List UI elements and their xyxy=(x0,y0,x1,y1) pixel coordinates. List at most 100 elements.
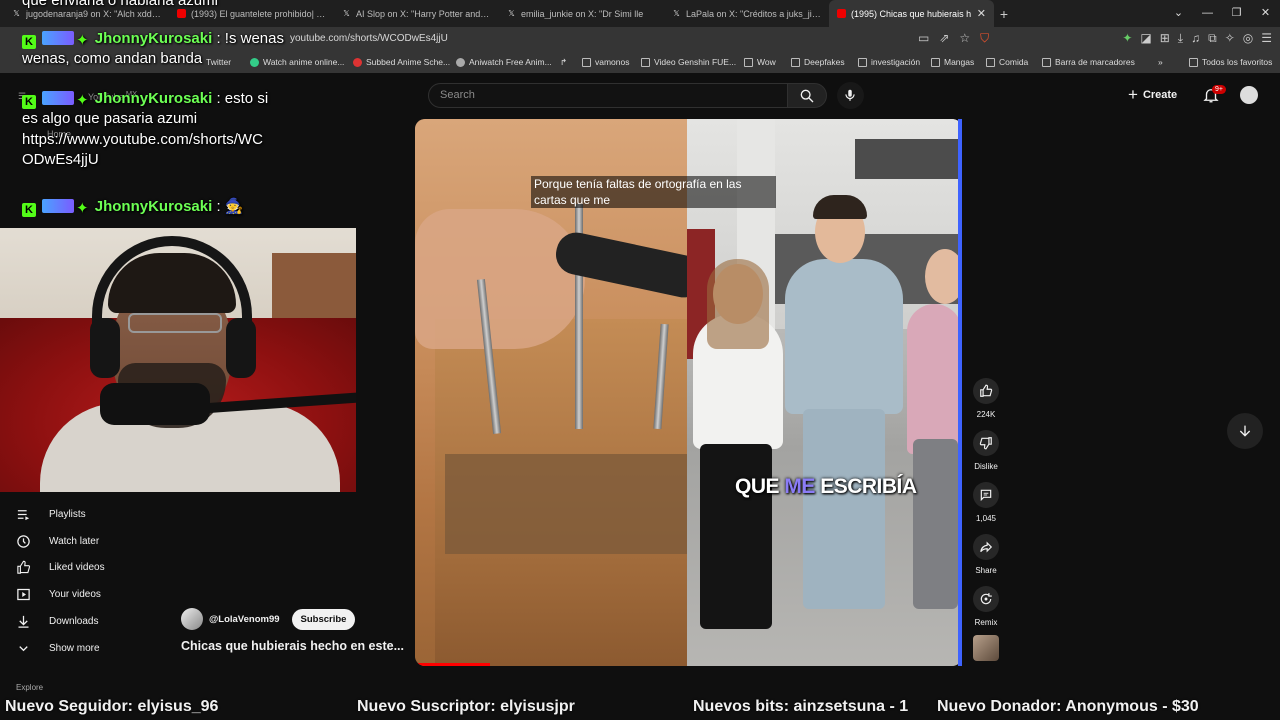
channel-name[interactable]: @LolaVenom99 xyxy=(209,614,280,625)
extension-icon[interactable]: ✧ xyxy=(1225,31,1235,46)
bookmark[interactable]: Subbed Anime Sche... xyxy=(353,57,450,67)
bookmark[interactable]: Twitter xyxy=(206,57,231,67)
person-pink-sweater xyxy=(907,304,962,454)
folder-icon xyxy=(582,57,591,67)
bookmark-folder[interactable]: Todos los favoritos xyxy=(1189,57,1272,67)
person-hair xyxy=(813,195,867,219)
tab-label: (1995) Chicas que hubierais h xyxy=(851,8,972,19)
sidebar-item-label: Liked videos xyxy=(49,561,105,573)
folder-icon xyxy=(1189,57,1198,67)
download-icon[interactable]: ⤓ xyxy=(1178,31,1183,46)
dislike-button[interactable]: Dislike xyxy=(966,430,1006,471)
search-input[interactable]: Search xyxy=(428,83,788,108)
bookmark-folder[interactable]: Wow xyxy=(744,57,776,67)
bookmark-folder[interactable]: Mangas xyxy=(931,57,974,67)
extension-icon[interactable]: ◪ xyxy=(1140,31,1151,46)
search-button[interactable] xyxy=(787,83,827,108)
bookmark[interactable]: ↱ xyxy=(560,57,567,68)
create-button[interactable]: + Create xyxy=(1128,84,1177,106)
wallet-icon[interactable]: ◎ xyxy=(1243,31,1253,46)
menu-icon[interactable]: ☰ xyxy=(1261,31,1272,46)
extension-icon[interactable]: ⧉ xyxy=(1208,31,1217,46)
person-blue-suit xyxy=(785,259,903,414)
cast-icon[interactable]: ▭ xyxy=(918,31,929,46)
folder-icon xyxy=(1042,57,1051,67)
address-actions: ▭ ⇗ ☆ ⛉ xyxy=(918,31,989,46)
microphone-icon xyxy=(845,89,855,101)
chat-line: ODwEs4jjU xyxy=(22,150,99,170)
comment-icon xyxy=(980,489,992,502)
chat-message: que enviaria o habiaria azumi xyxy=(22,0,218,9)
bookmark[interactable]: Watch anime online... xyxy=(250,57,344,67)
restore-icon[interactable]: ❐ xyxy=(1222,0,1251,27)
chat-line: K ✦ JhonnyKurosaki : esto si xyxy=(22,89,268,111)
sparkle-icon: ✦ xyxy=(76,200,89,217)
bookmark-folder[interactable]: Comida xyxy=(986,57,1028,67)
comments-button[interactable]: 1,045 xyxy=(966,482,1006,523)
short-video-player[interactable]: Porque tenía faltas de ortografía en las… xyxy=(415,119,962,666)
tab-label: AI Slop on X: "Harry Potter and the 4 xyxy=(356,8,491,19)
bookmark-folder[interactable]: Deepfakes xyxy=(791,57,845,67)
caption-word: ESCRIBÍA xyxy=(820,475,917,498)
x-icon: 𝕏 xyxy=(13,9,20,18)
sidebar-item-playlists[interactable]: Playlists xyxy=(16,504,86,524)
sound-thumbnail[interactable] xyxy=(973,635,999,661)
browser-tab[interactable]: 𝕏 LaPala on X: "Créditos a juks_jicama xyxy=(664,0,829,27)
youtube-icon xyxy=(837,9,846,18)
bookmark-folder[interactable]: vamonos xyxy=(582,57,630,67)
minimize-icon[interactable]: — xyxy=(1193,0,1222,27)
chat-message: ODwEs4jjU xyxy=(22,151,99,168)
short-title[interactable]: Chicas que hubierais hecho en este... xyxy=(181,639,411,653)
video-progress-bar[interactable] xyxy=(415,663,490,666)
channel-avatar[interactable] xyxy=(181,608,203,630)
remix-label: Remix xyxy=(974,618,998,627)
folder-icon xyxy=(986,57,995,67)
browser-tab[interactable]: 𝕏 AI Slop on X: "Harry Potter and the 4 xyxy=(334,0,499,27)
bookmarks-overflow[interactable]: » xyxy=(1158,57,1163,67)
browser-tab[interactable]: 𝕏 emilia_junkie on X: "Dr Simi lle xyxy=(499,0,664,27)
sidebar-item-show-more[interactable]: Show more xyxy=(16,638,100,658)
close-icon[interactable]: ✕ xyxy=(977,7,986,20)
tab-search-icon[interactable]: ⌄ xyxy=(1164,0,1193,27)
extension-icon[interactable]: ⊞ xyxy=(1160,31,1170,46)
bookmark-folder[interactable]: Video Genshin FUE... xyxy=(641,57,736,67)
chat-badges: K ✦ xyxy=(22,199,91,219)
share-button[interactable]: Share xyxy=(966,534,1006,575)
bookmark-label: Mangas xyxy=(944,57,975,67)
folder-icon xyxy=(858,57,867,67)
sidebar-item-liked-videos[interactable]: Liked videos xyxy=(16,557,105,577)
sidebar-item-downloads[interactable]: Downloads xyxy=(16,611,98,631)
next-short-button[interactable] xyxy=(1227,413,1263,449)
url-field[interactable]: youtube.com/shorts/WCODwEs4jjU xyxy=(290,33,448,44)
close-window-icon[interactable]: ✕ xyxy=(1251,0,1280,27)
like-count: 224K xyxy=(976,410,996,419)
brave-shield-icon[interactable]: ⛉ xyxy=(980,31,989,46)
donor-alert: Nuevo Donador: Anonymous - $30 xyxy=(937,698,1199,715)
channel-row: @LolaVenom99 Subscribe xyxy=(181,608,356,630)
music-icon[interactable]: ♫ xyxy=(1191,31,1200,46)
sidebar-item-label: Your videos xyxy=(49,588,101,600)
new-tab-button[interactable]: + xyxy=(994,6,1014,22)
sidebar-item-watch-later[interactable]: Watch later xyxy=(16,531,99,551)
chevron-right-icon: » xyxy=(1158,57,1163,67)
voice-search-button[interactable] xyxy=(837,82,864,109)
avatar[interactable] xyxy=(1240,86,1258,104)
wood-end-grain xyxy=(445,454,687,554)
share-icon[interactable]: ⇗ xyxy=(939,31,949,46)
bookmark-folder[interactable]: investigación xyxy=(858,57,920,67)
bookmark[interactable]: Aniwatch Free Anim... xyxy=(456,57,552,67)
chat-line: K ✦ JhonnyKurosaki : 🧙 xyxy=(22,197,243,219)
chat-message: 🧙 xyxy=(224,198,244,215)
share-label: Share xyxy=(975,566,997,575)
browser-tab-active[interactable]: (1995) Chicas que hubierais h ✕ xyxy=(829,0,994,27)
like-button[interactable]: 224K xyxy=(966,378,1006,419)
extension-icon[interactable]: ✦ xyxy=(1122,31,1132,46)
sidebar-item-your-videos[interactable]: Your videos xyxy=(16,584,101,604)
remix-button[interactable]: Remix xyxy=(966,586,1006,627)
webcam-overlay xyxy=(0,228,356,492)
bookmark-label: investigación xyxy=(871,57,921,67)
play-square-icon xyxy=(17,588,30,600)
subscribe-button[interactable]: Subscribe xyxy=(291,608,356,630)
star-icon[interactable]: ☆ xyxy=(959,31,970,46)
bookmark-folder[interactable]: Barra de marcadores xyxy=(1042,57,1135,67)
